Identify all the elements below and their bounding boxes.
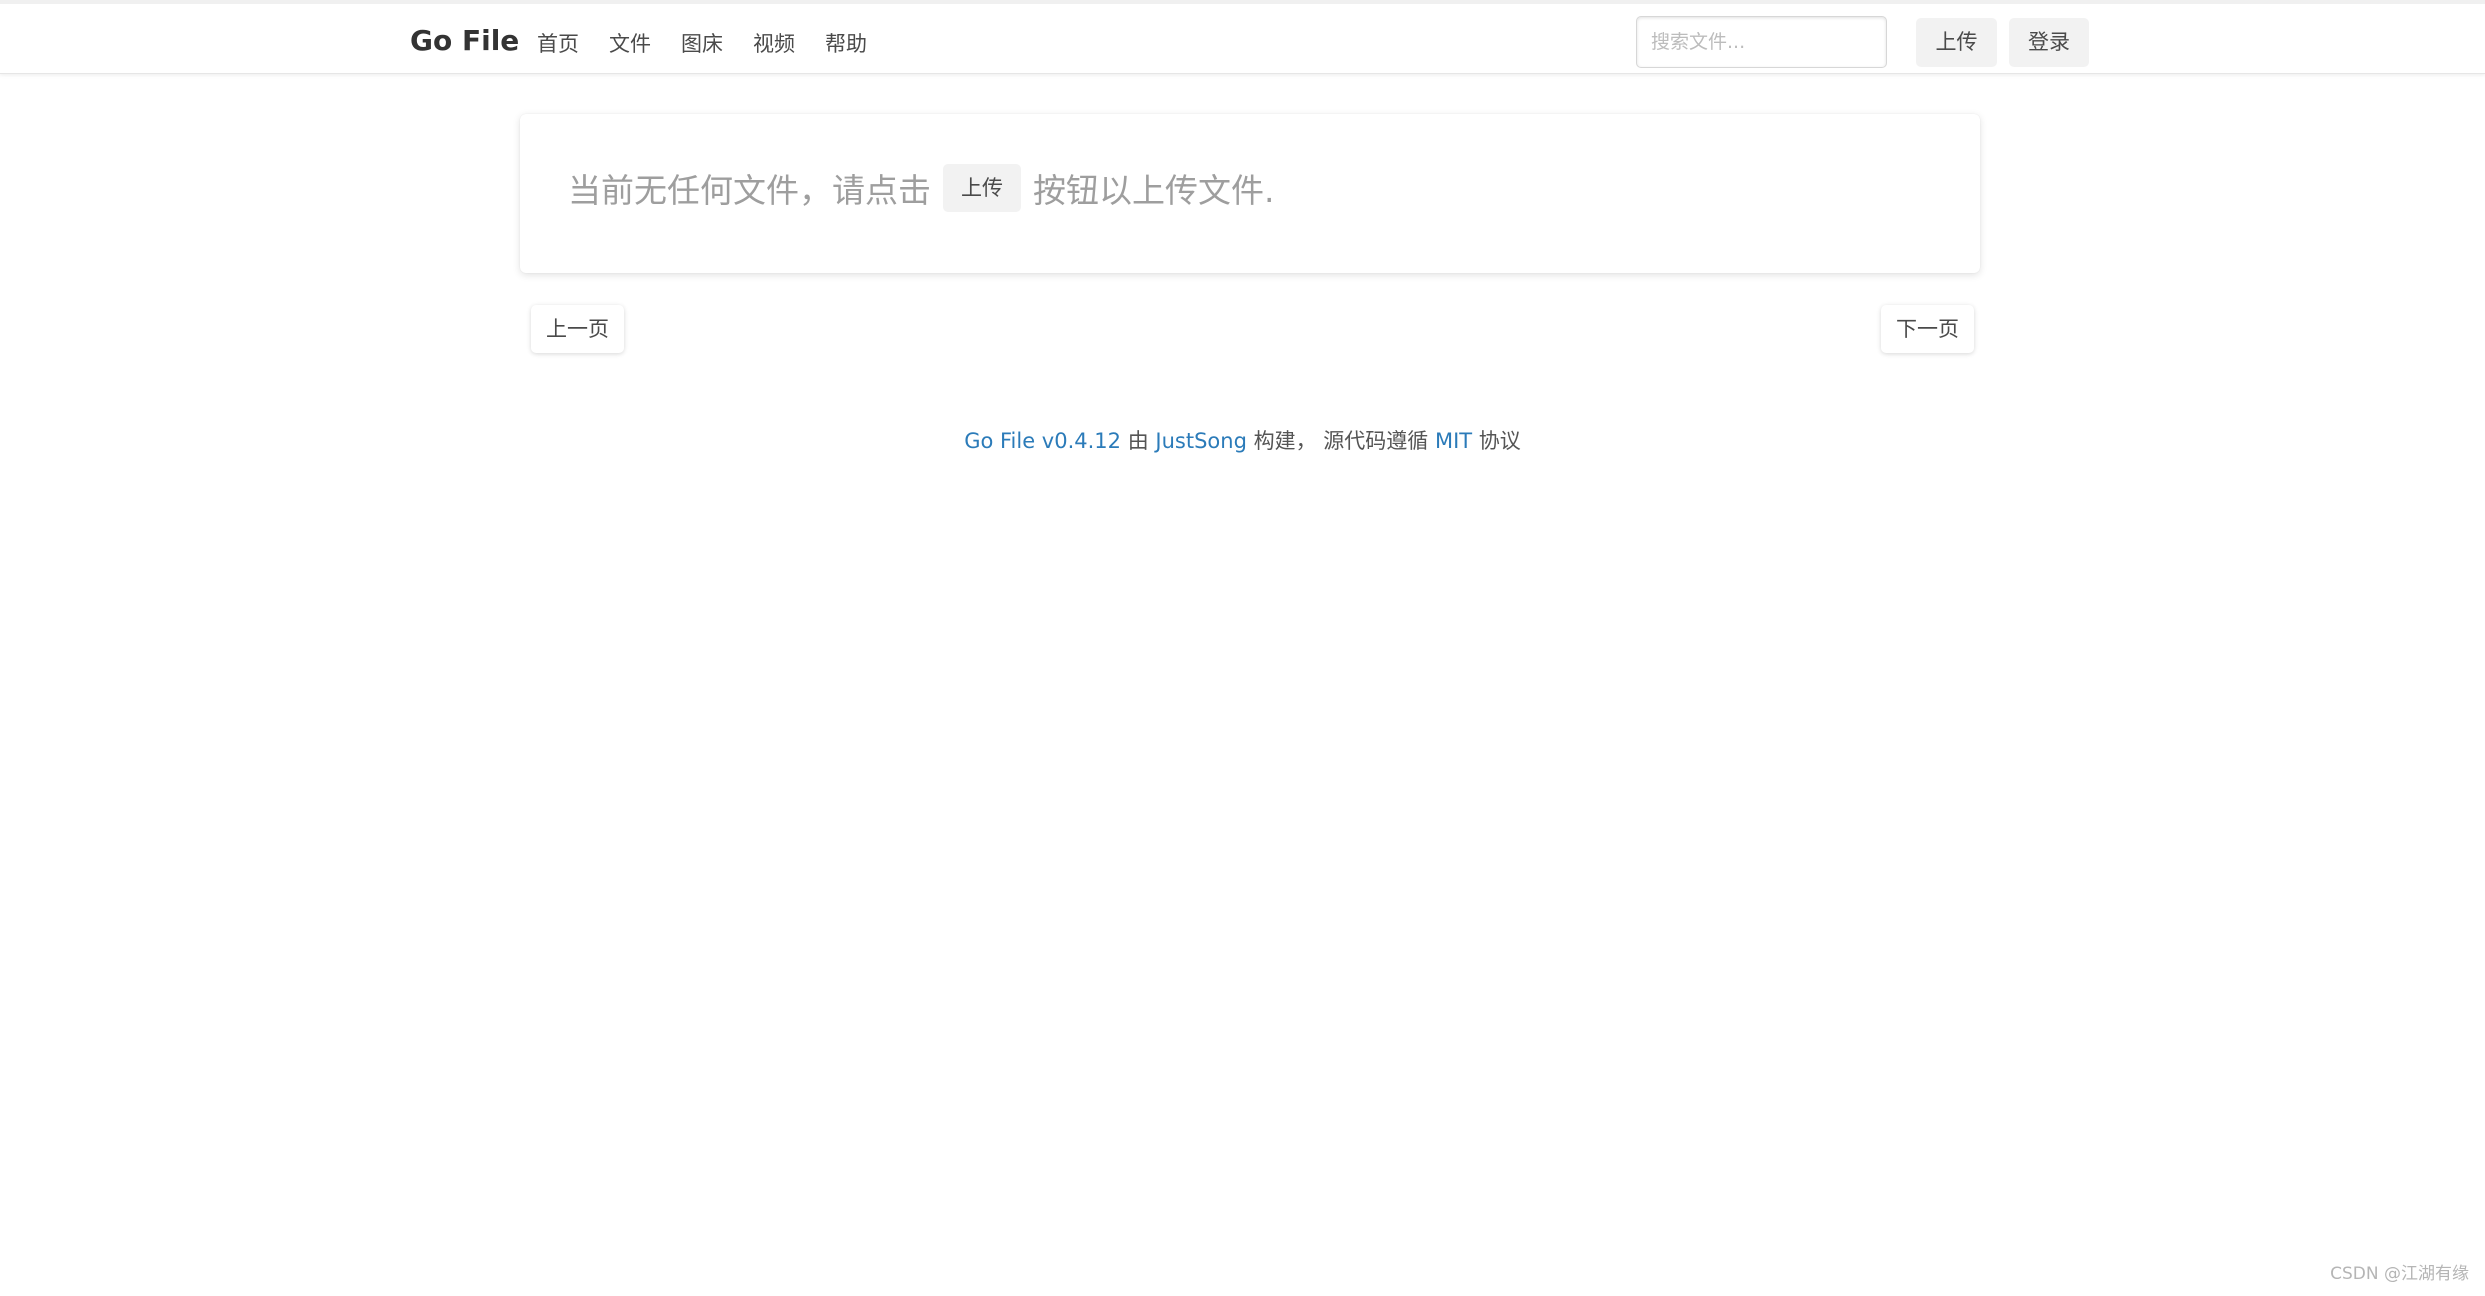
footer-license-prefix: 源代码遵循 bbox=[1323, 429, 1429, 453]
csdn-watermark: CSDN @江湖有缘 bbox=[2330, 1264, 2469, 1284]
nav-item-home[interactable]: 首页 bbox=[537, 28, 579, 58]
previous-page-button[interactable]: 上一页 bbox=[531, 305, 624, 353]
upload-button[interactable]: 上传 bbox=[1916, 18, 1997, 67]
file-list-panel: 当前无任何文件，请点击 上传 按钮以上传文件. bbox=[520, 114, 1980, 273]
search-input[interactable] bbox=[1636, 16, 1887, 68]
footer-built-text: 构建， bbox=[1253, 429, 1317, 453]
footer-by-text: 由 bbox=[1127, 429, 1149, 453]
nav-item-image-host[interactable]: 图床 bbox=[681, 28, 723, 58]
footer-app-link[interactable]: Go File v0.4.12 bbox=[964, 429, 1121, 453]
nav-menu: 首页 文件 图床 视频 帮助 bbox=[537, 28, 897, 58]
login-button[interactable]: 登录 bbox=[2009, 18, 2089, 67]
nav-item-help[interactable]: 帮助 bbox=[825, 28, 867, 58]
page: Go File 首页 文件 图床 视频 帮助 上传 登录 当前无任何文件，请点击… bbox=[0, 0, 2485, 1296]
footer: Go File v0.4.12 由 JustSong 构建， 源代码遵循 MIT… bbox=[0, 425, 2485, 455]
nav-item-files[interactable]: 文件 bbox=[609, 28, 651, 58]
footer-license-suffix: 协议 bbox=[1478, 429, 1521, 453]
empty-state-message: 当前无任何文件，请点击 上传 按钮以上传文件. bbox=[568, 164, 1275, 212]
empty-state-suffix: 按钮以上传文件. bbox=[1033, 171, 1275, 210]
footer-author-link[interactable]: JustSong bbox=[1155, 429, 1247, 453]
brand-logo[interactable]: Go File bbox=[410, 24, 519, 57]
top-navbar: Go File 首页 文件 图床 视频 帮助 上传 登录 bbox=[0, 0, 2485, 74]
inline-upload-button[interactable]: 上传 bbox=[943, 164, 1021, 212]
next-page-button[interactable]: 下一页 bbox=[1881, 305, 1974, 353]
footer-license-link[interactable]: MIT bbox=[1435, 429, 1472, 453]
nav-item-videos[interactable]: 视频 bbox=[753, 28, 795, 58]
empty-state-prefix: 当前无任何文件，请点击 bbox=[568, 171, 931, 210]
